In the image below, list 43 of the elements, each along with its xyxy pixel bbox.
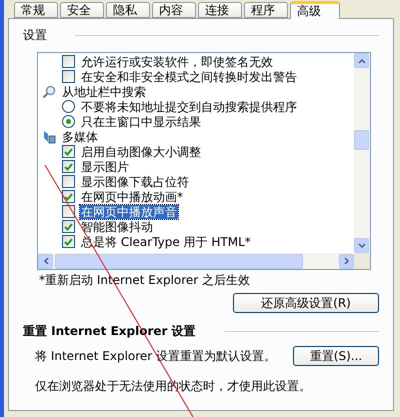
checkbox[interactable] [62,160,75,173]
restore-button[interactable]: 还原高级设置(R) [233,293,379,313]
scrollbar-corner [354,253,370,269]
tab[interactable]: 常规 [14,2,58,18]
option-label: 启用自动图像大小调整 [80,144,202,158]
option-label: 不要将未知地址提交到自动搜索提供程序 [80,100,298,114]
option-label: 允许运行或安装软件，即使签名无效 [80,54,274,68]
reset-button[interactable]: 重置(S)... [293,346,379,366]
tab[interactable]: 内容 [152,2,196,18]
tab[interactable]: 程序 [244,2,288,18]
option-label: 只在主窗口中显示结果 [80,114,202,128]
option-label: 显示图片 [80,160,130,174]
tab[interactable]: 连接 [198,2,242,18]
option-label: 智能图像抖动 [80,220,154,234]
scroll-down-button[interactable] [354,238,369,253]
checkbox[interactable] [62,70,75,83]
checkbox[interactable] [62,220,75,233]
search-icon [42,84,56,98]
reset-description: 将 Internet Explorer 设置重置为默认设置。 [35,348,276,364]
checkbox[interactable] [62,55,75,68]
scroll-up-button[interactable] [354,53,369,68]
category-label: 多媒体 [61,130,99,144]
radio-button[interactable] [62,100,75,113]
scroll-right-button[interactable] [339,254,354,268]
option-label: 在网页中播放声音 [80,204,178,218]
scroll-left-button[interactable] [38,254,53,268]
option-label: 在安全和非安全模式之间转换时发出警告 [80,70,298,84]
option-label: 在网页中播放动画* [80,190,184,204]
checkbox[interactable] [62,145,75,158]
tab[interactable]: 安全 [60,2,104,18]
checkbox[interactable] [62,175,75,188]
tab[interactable]: 高级 [290,1,340,19]
group-title: 设置 [23,27,47,44]
scrollbar-thumb[interactable] [354,130,369,150]
checkbox[interactable] [62,190,75,203]
scrollbar-thumb[interactable] [55,254,303,268]
radio-button[interactable] [62,115,75,128]
tab[interactable]: 隐私 [106,2,150,18]
speaker-icon [42,130,56,144]
checkbox[interactable] [62,235,75,248]
checkbox[interactable] [62,205,75,218]
option-label: 显示图像下载占位符 [80,174,190,188]
category-label: 从地址栏中搜索 [61,84,147,98]
